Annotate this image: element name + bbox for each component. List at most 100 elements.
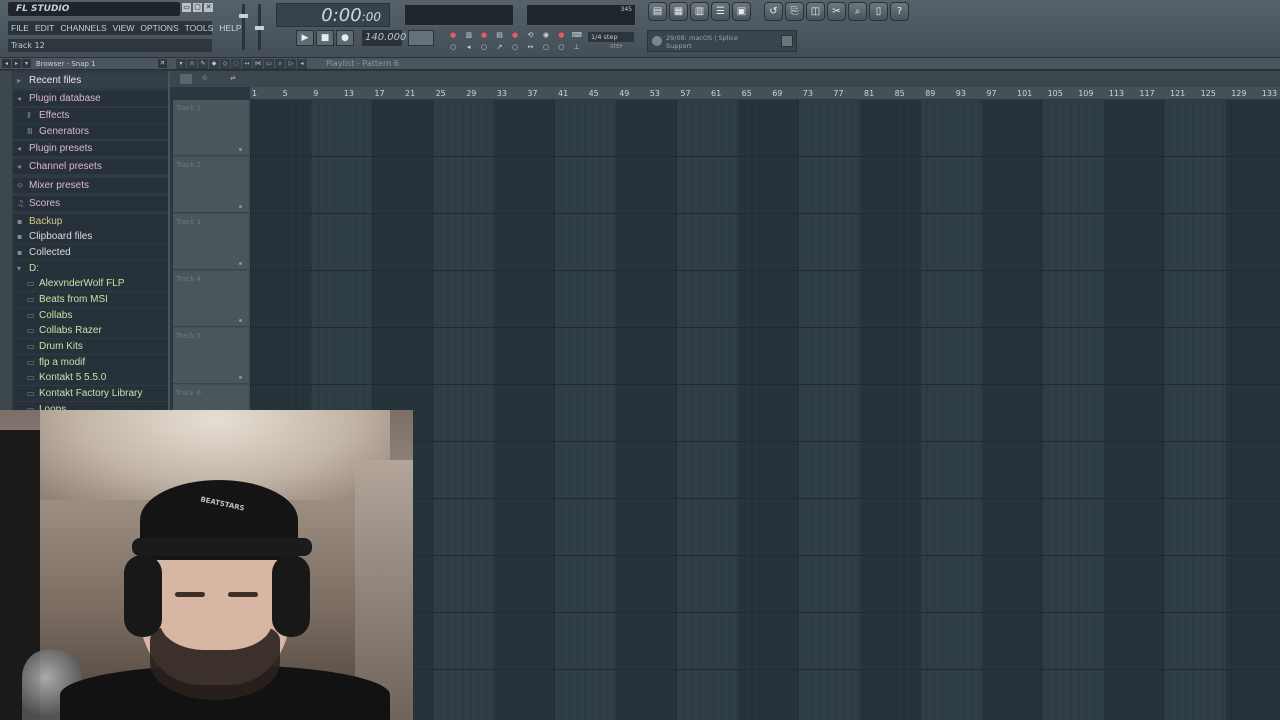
browser-scrollbar[interactable] <box>168 71 170 410</box>
tempo-display[interactable]: 140.000 <box>362 30 406 46</box>
record-button[interactable]: ● <box>336 30 354 46</box>
menu-icon[interactable]: ▾ <box>22 59 31 68</box>
typing-keyboard-icon[interactable]: ⌨ <box>570 30 584 41</box>
blend-icon[interactable]: ● <box>508 30 522 41</box>
option-icon[interactable]: ↗ <box>492 42 506 53</box>
option-icon[interactable]: ○ <box>446 42 460 53</box>
record-option-icon[interactable]: ● <box>446 30 460 41</box>
cut-icon[interactable]: ✂ <box>827 2 846 21</box>
playlist-title[interactable]: Playlist - Pattern 6 <box>326 59 399 69</box>
snap-selector[interactable]: 1/4 step <box>588 32 634 42</box>
track-mute-led[interactable] <box>239 319 242 322</box>
menu-options[interactable]: OPTIONS <box>137 21 181 35</box>
browser-item[interactable]: ◂ Channel presets <box>13 159 168 174</box>
slice-tool-icon[interactable]: ⋈ <box>253 59 263 69</box>
browser-item[interactable]: ▸ Recent files <box>13 73 168 88</box>
play-button[interactable]: ▶ <box>296 30 314 46</box>
slip-tool-icon[interactable]: ↔ <box>242 59 252 69</box>
slider-knob[interactable] <box>255 26 264 30</box>
picker-toggle-icon[interactable] <box>180 74 192 84</box>
zoom-tool-icon[interactable]: ⌕ <box>275 59 285 69</box>
stop-button[interactable]: ■ <box>316 30 334 46</box>
arrow-left-icon[interactable]: ◂ <box>2 59 11 68</box>
menu-file[interactable]: FILE <box>8 21 32 35</box>
track-mute-led[interactable] <box>239 262 242 265</box>
browser-item[interactable]: ▪ Collected <box>13 245 168 260</box>
track-header[interactable]: Track 3 <box>173 214 248 270</box>
browser-item[interactable]: ▭ Kontakt Factory Library <box>13 386 168 401</box>
menu-view[interactable]: VIEW <box>110 21 138 35</box>
save-icon[interactable]: ⎘ <box>785 2 804 21</box>
pattern-selector[interactable] <box>408 30 434 46</box>
track-header[interactable]: Track 2 <box>173 157 248 213</box>
browser-item[interactable]: Ⅲ Generators <box>13 124 168 139</box>
browser-item[interactable]: ▭ Collabs <box>13 308 168 323</box>
browser-item[interactable]: Ⅱ Effects <box>13 108 168 123</box>
browser-item[interactable]: ▭ Drum Kits <box>13 339 168 354</box>
channel-rack-icon[interactable]: ▥ <box>690 2 709 21</box>
song-time-display[interactable]: 0:00:00 <box>276 3 390 27</box>
track-mute-led[interactable] <box>239 376 242 379</box>
browser-item[interactable]: ▾ D: <box>13 261 168 276</box>
option-icon[interactable]: ○ <box>477 42 491 53</box>
multilink-icon[interactable]: ● <box>554 30 568 41</box>
magnet-icon[interactable]: ∩ <box>187 59 197 69</box>
piano-roll-icon[interactable]: ▦ <box>669 2 688 21</box>
browser-item[interactable]: ▭ flp a modif <box>13 355 168 370</box>
step-edit-icon[interactable]: ▤ <box>492 30 506 41</box>
master-volume-slider[interactable] <box>239 4 248 50</box>
maximize-button[interactable]: ▢ <box>193 3 202 12</box>
undo-icon[interactable]: ↺ <box>764 2 783 21</box>
time-ruler[interactable]: 1 5 9 13 17 21 25 29 33 37 41 45 49 53 57 61 65 69 73 77 81 8… <box>250 87 1280 100</box>
option-icon[interactable]: ○ <box>539 42 553 53</box>
mixer-icon[interactable]: ☰ <box>711 2 730 21</box>
option-icon[interactable]: ◂ <box>461 42 475 53</box>
pattern-tab-icon[interactable]: ⟐ <box>202 74 208 83</box>
menu-tools[interactable]: TOOLS <box>182 21 217 35</box>
browser-icon[interactable]: ▣ <box>732 2 751 21</box>
browser-item[interactable]: ▭ Beats from MSI <box>13 292 168 307</box>
paint-tool-icon[interactable]: ◆ <box>209 59 219 69</box>
arrow-right-icon[interactable]: ▸ <box>12 59 21 68</box>
browser-item[interactable]: ▭ Collabs Razer <box>13 323 168 338</box>
track-header[interactable]: Track 1 <box>173 100 248 156</box>
select-tool-icon[interactable]: ▭ <box>264 59 274 69</box>
news-panel[interactable]: 29/08: macOS | Splice Support <box>647 30 797 52</box>
playlist-icon[interactable]: ▤ <box>648 2 667 21</box>
menu-help[interactable]: HELP <box>216 21 244 35</box>
delete-tool-icon[interactable]: ◇ <box>220 59 230 69</box>
search-icon[interactable]: ⌕ <box>848 2 867 21</box>
browser-item[interactable]: ♫ Scores <box>13 196 168 211</box>
close-button[interactable]: ✕ <box>204 3 213 12</box>
clipboard-icon[interactable]: ▯ <box>869 2 888 21</box>
record-audio-icon[interactable]: ◫ <box>806 2 825 21</box>
browser-item[interactable]: ⟐ Mixer presets <box>13 178 168 193</box>
draw-tool-icon[interactable]: ✎ <box>198 59 208 69</box>
metronome-icon[interactable]: ▥ <box>461 30 475 41</box>
menu-edit[interactable]: EDIT <box>32 21 57 35</box>
browser-item[interactable]: ▪ Backup <box>13 214 168 229</box>
browser-item[interactable]: ▭ Kontakt 5 5.5.0 <box>13 370 168 385</box>
option-icon[interactable]: ○ <box>554 42 568 53</box>
master-pitch-slider[interactable] <box>255 4 264 50</box>
mute-tool-icon[interactable]: ◌ <box>231 59 241 69</box>
option-icon[interactable]: ○ <box>508 42 522 53</box>
loop-record-icon[interactable]: ⟲ <box>523 30 537 41</box>
wait-input-icon[interactable]: ◉ <box>539 30 553 41</box>
playback-tool-icon[interactable]: ▷ <box>286 59 296 69</box>
help-icon[interactable]: ? <box>890 2 909 21</box>
browser-item[interactable]: ▪ Clipboard files <box>13 229 168 244</box>
options-arrow-icon[interactable]: ▾ <box>176 59 186 69</box>
track-mute-led[interactable] <box>239 148 242 151</box>
browser-title[interactable]: Browser - Snap 1 <box>36 59 96 69</box>
track-header[interactable]: Track 4 <box>173 271 248 327</box>
browser-item[interactable]: ▭ AlexvnderWolf FLP <box>13 276 168 291</box>
countdown-icon[interactable]: ● <box>477 30 491 41</box>
browser-item[interactable]: ◂ Plugin database <box>13 91 168 106</box>
browser-item[interactable]: ◂ Plugin presets <box>13 141 168 156</box>
option-icon[interactable]: ↔ <box>523 42 537 53</box>
menu-channels[interactable]: CHANNELS <box>57 21 109 35</box>
track-mute-led[interactable] <box>239 205 242 208</box>
history-back-icon[interactable]: ◂ <box>297 59 307 69</box>
browser-close-icon[interactable]: ✕ <box>158 59 167 68</box>
